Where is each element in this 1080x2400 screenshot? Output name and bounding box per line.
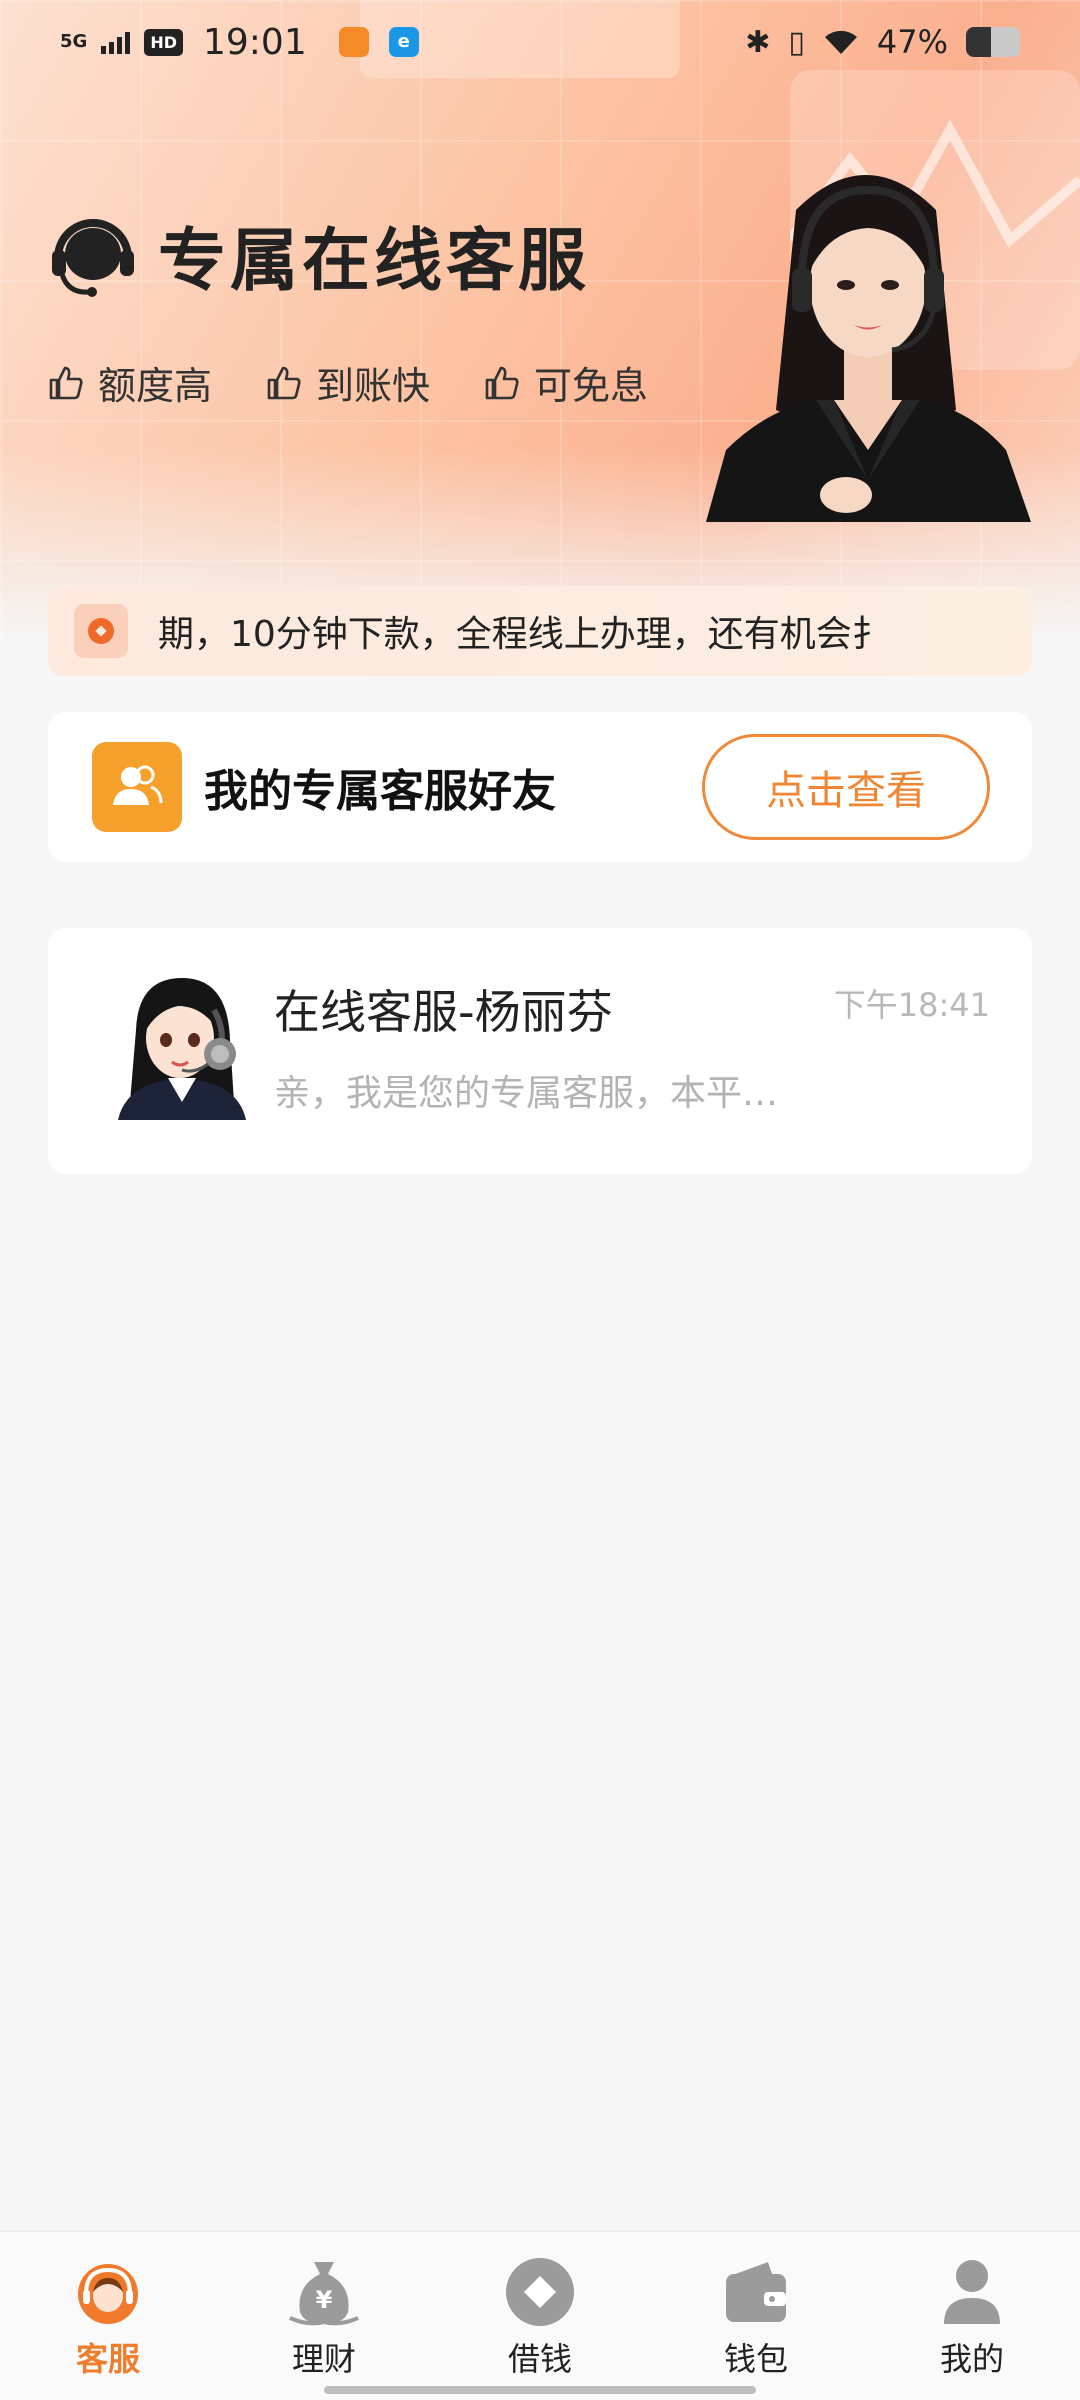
headset-icon xyxy=(52,218,134,297)
hero-tag: 到账快 xyxy=(266,355,430,410)
status-bar: 5G HD 19:01 e ✱ ▯ 47% xyxy=(0,0,1080,84)
customer-service-agent-image xyxy=(706,175,1031,522)
svg-text:¥: ¥ xyxy=(316,2286,333,2314)
friends-icon xyxy=(92,742,182,832)
notification-app-icon-2: e xyxy=(388,27,419,57)
chat-content: 在线客服-杨丽芬 亲，我是您的专属客服，本平… xyxy=(274,976,834,1116)
nav-label: 理财 xyxy=(291,2340,356,2378)
bottom-navigation: 客服 ¥ 理财 借钱 钱包 我的 xyxy=(0,2230,1080,2400)
status-time: 19:01 xyxy=(202,21,307,63)
hero-tag-label: 可免息 xyxy=(534,364,649,408)
bluetooth-icon: ✱ xyxy=(745,24,771,60)
nav-item-wallet[interactable]: 钱包 xyxy=(648,2232,864,2400)
network-type: 5G xyxy=(60,31,88,52)
hero-title-text: 专属在线客服 xyxy=(158,221,591,301)
customer-service-icon xyxy=(78,2264,138,2324)
thumbs-up-icon xyxy=(485,366,519,399)
friend-card-title: 我的专属客服好友 xyxy=(204,766,556,817)
hero-tag-label: 到账快 xyxy=(316,364,431,408)
profile-icon xyxy=(944,2260,1000,2324)
battery-icon xyxy=(966,27,1020,57)
signal-icon xyxy=(101,30,131,54)
money-bag-icon: ¥ xyxy=(289,2262,359,2326)
chat-contact-name: 在线客服-杨丽芬 xyxy=(274,985,613,1039)
agent-avatar xyxy=(118,978,246,1120)
nav-label: 借钱 xyxy=(507,2340,572,2378)
view-friends-button[interactable]: 点击查看 xyxy=(702,734,990,840)
thumbs-up-icon xyxy=(267,366,301,399)
announcement-marquee[interactable]: 期，10分钟下款，全程线上办理，还有机会扌 xyxy=(48,586,1032,676)
hero-title: 专属在线客服 xyxy=(48,205,590,304)
notification-app-icon xyxy=(338,27,369,57)
announcement-icon xyxy=(74,604,128,658)
nav-item-customer-service[interactable]: 客服 xyxy=(0,2232,216,2400)
exclusive-friend-card: 我的专属客服好友 点击查看 xyxy=(48,712,1032,862)
hero-tags: 额度高 到账快 可免息 xyxy=(48,355,648,410)
nav-item-wealth[interactable]: ¥ 理财 xyxy=(216,2232,432,2400)
thumbs-up-icon xyxy=(49,366,83,399)
chat-list-item[interactable]: 在线客服-杨丽芬 亲，我是您的专属客服，本平… 下午18:41 xyxy=(48,928,1032,1174)
nav-item-profile[interactable]: 我的 xyxy=(864,2232,1080,2400)
nav-label: 客服 xyxy=(75,2340,140,2378)
nav-label: 我的 xyxy=(939,2340,1004,2378)
nav-label: 钱包 xyxy=(723,2340,788,2378)
nav-item-borrow[interactable]: 借钱 xyxy=(432,2232,648,2400)
wallet-icon xyxy=(726,2262,786,2322)
battery-percent: 47% xyxy=(876,23,948,61)
vibrate-icon: ▯ xyxy=(788,24,805,60)
hd-icon: HD xyxy=(144,28,183,56)
hero-tag: 可免息 xyxy=(484,355,648,410)
home-indicator[interactable] xyxy=(324,2386,756,2394)
hero-tag: 额度高 xyxy=(48,355,212,410)
announcement-text: 期，10分钟下款，全程线上办理，还有机会扌 xyxy=(158,614,888,655)
borrow-icon xyxy=(506,2258,574,2326)
chat-last-message: 亲，我是您的专属客服，本平… xyxy=(274,1073,779,1114)
chat-timestamp: 下午18:41 xyxy=(833,986,990,1024)
users-icon xyxy=(113,765,163,805)
hero-tag-label: 额度高 xyxy=(98,364,213,408)
wifi-icon xyxy=(824,30,857,54)
